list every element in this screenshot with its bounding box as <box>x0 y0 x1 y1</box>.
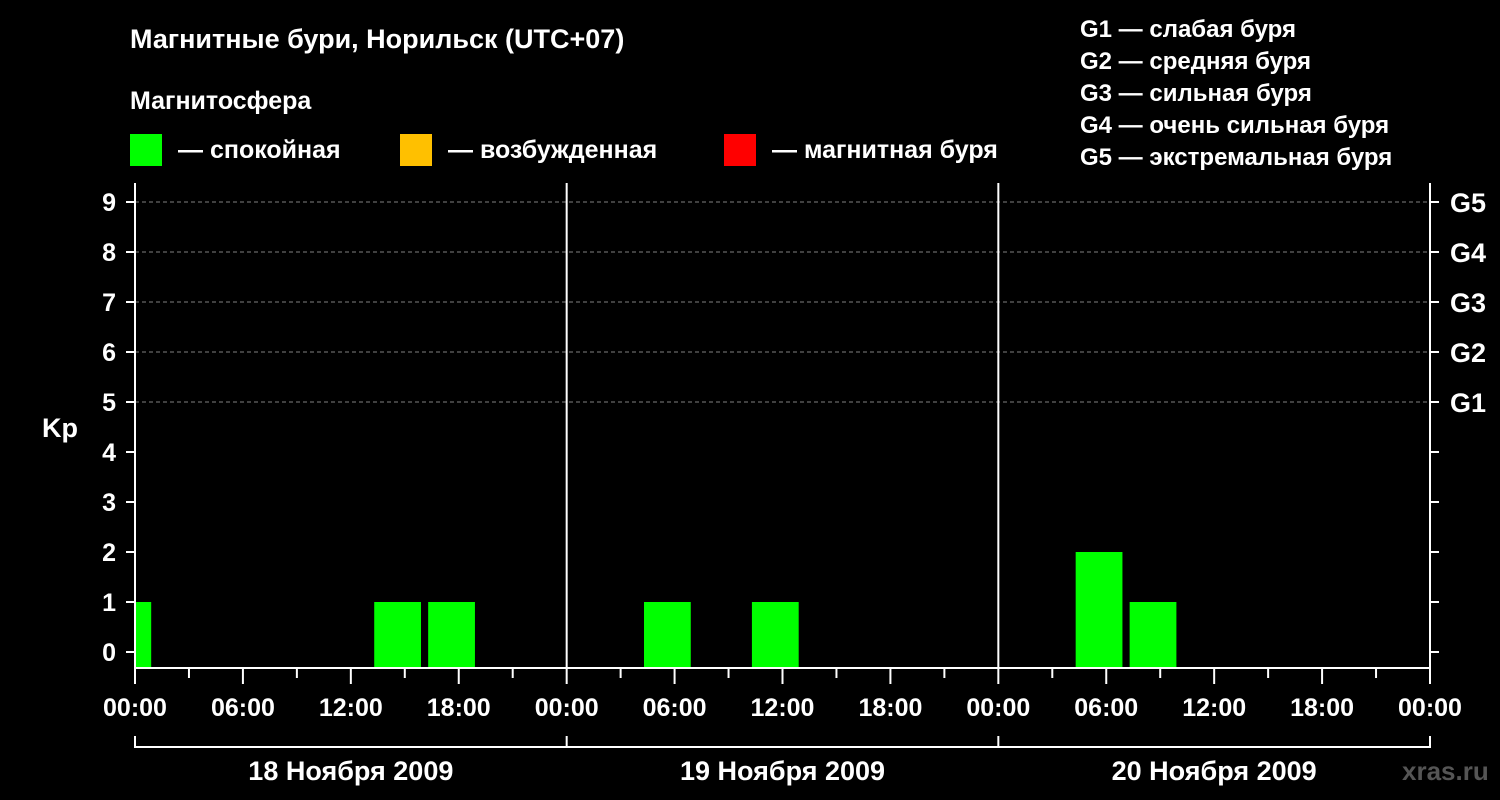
y-tick-label: 7 <box>102 289 116 317</box>
chart-title: Магнитные бури, Норильск (UTC+07) <box>130 24 624 54</box>
kp-bar <box>644 602 691 667</box>
g-scale-g5: G5 — экстремальная буря <box>1080 144 1392 171</box>
y-tick-label: 3 <box>102 489 116 517</box>
plot-area: 0 1 2 3 4 5 6 7 8 9 G1 G2 G3 G4 G5 00:00 06:00 12:00 18:00… <box>102 183 1486 786</box>
x-tick-label: 06:00 <box>643 694 707 722</box>
day-label: 18 Ноября 2009 <box>248 756 453 786</box>
y-axis-label: Kp <box>42 413 78 443</box>
legend-swatch-storm <box>724 134 756 166</box>
x-tick-label: 00:00 <box>103 694 167 722</box>
g-scale-g2: G2 — средняя буря <box>1080 48 1311 75</box>
kp-bar <box>135 602 152 667</box>
g-level-label: G2 <box>1450 338 1486 368</box>
legend: — спокойная — возбужденная — магнитная б… <box>130 134 998 166</box>
x-tick-label: 06:00 <box>1074 694 1138 722</box>
watermark: xras.ru <box>1402 756 1489 786</box>
x-tick-label: 12:00 <box>751 694 815 722</box>
kp-bar <box>1129 602 1177 667</box>
legend-swatch-quiet <box>130 134 162 166</box>
magnetosphere-label: Магнитосфера <box>130 87 312 115</box>
x-tick-label: 06:00 <box>211 694 275 722</box>
kp-bar <box>374 602 421 667</box>
kp-chart: Магнитные бури, Норильск (UTC+07) Магнит… <box>42 16 1489 786</box>
legend-label-disturbed: — возбужденная <box>448 136 657 164</box>
g-scale-g4: G4 — очень сильная буря <box>1080 112 1389 139</box>
g-scale-g1: G1 — слабая буря <box>1080 16 1296 43</box>
legend-swatch-disturbed <box>400 134 432 166</box>
g-scale-list: G1 — слабая буря G2 — средняя буря G3 — … <box>1080 16 1392 171</box>
y-tick-label: 4 <box>102 439 116 467</box>
g-level-label: G1 <box>1450 388 1486 418</box>
g-level-label: G3 <box>1450 288 1486 318</box>
y-tick-label: 1 <box>102 589 116 617</box>
y-tick-label: 0 <box>102 639 116 667</box>
day-label: 20 Ноября 2009 <box>1112 756 1317 786</box>
legend-label-storm: — магнитная буря <box>772 136 998 164</box>
x-tick-label: 12:00 <box>319 694 383 722</box>
kp-bar <box>751 602 799 667</box>
g-level-label: G5 <box>1450 188 1486 218</box>
y-tick-label: 2 <box>102 539 116 567</box>
g-level-label: G4 <box>1450 238 1486 268</box>
y-tick-label: 9 <box>102 189 116 217</box>
x-tick-label: 18:00 <box>858 694 922 722</box>
x-tick-label: 00:00 <box>1398 694 1462 722</box>
y-tick-label: 5 <box>102 389 116 417</box>
y-tick-label: 6 <box>102 339 116 367</box>
day-label: 19 Ноября 2009 <box>680 756 885 786</box>
x-tick-label: 00:00 <box>535 694 599 722</box>
kp-bar <box>428 602 475 667</box>
y-tick-label: 8 <box>102 239 116 267</box>
x-tick-label: 00:00 <box>966 694 1030 722</box>
x-tick-label: 18:00 <box>1290 694 1354 722</box>
kp-bar <box>1075 552 1123 667</box>
legend-label-quiet: — спокойная <box>178 136 341 164</box>
g-scale-g3: G3 — сильная буря <box>1080 80 1312 107</box>
x-tick-label: 12:00 <box>1182 694 1246 722</box>
x-tick-label: 18:00 <box>427 694 491 722</box>
